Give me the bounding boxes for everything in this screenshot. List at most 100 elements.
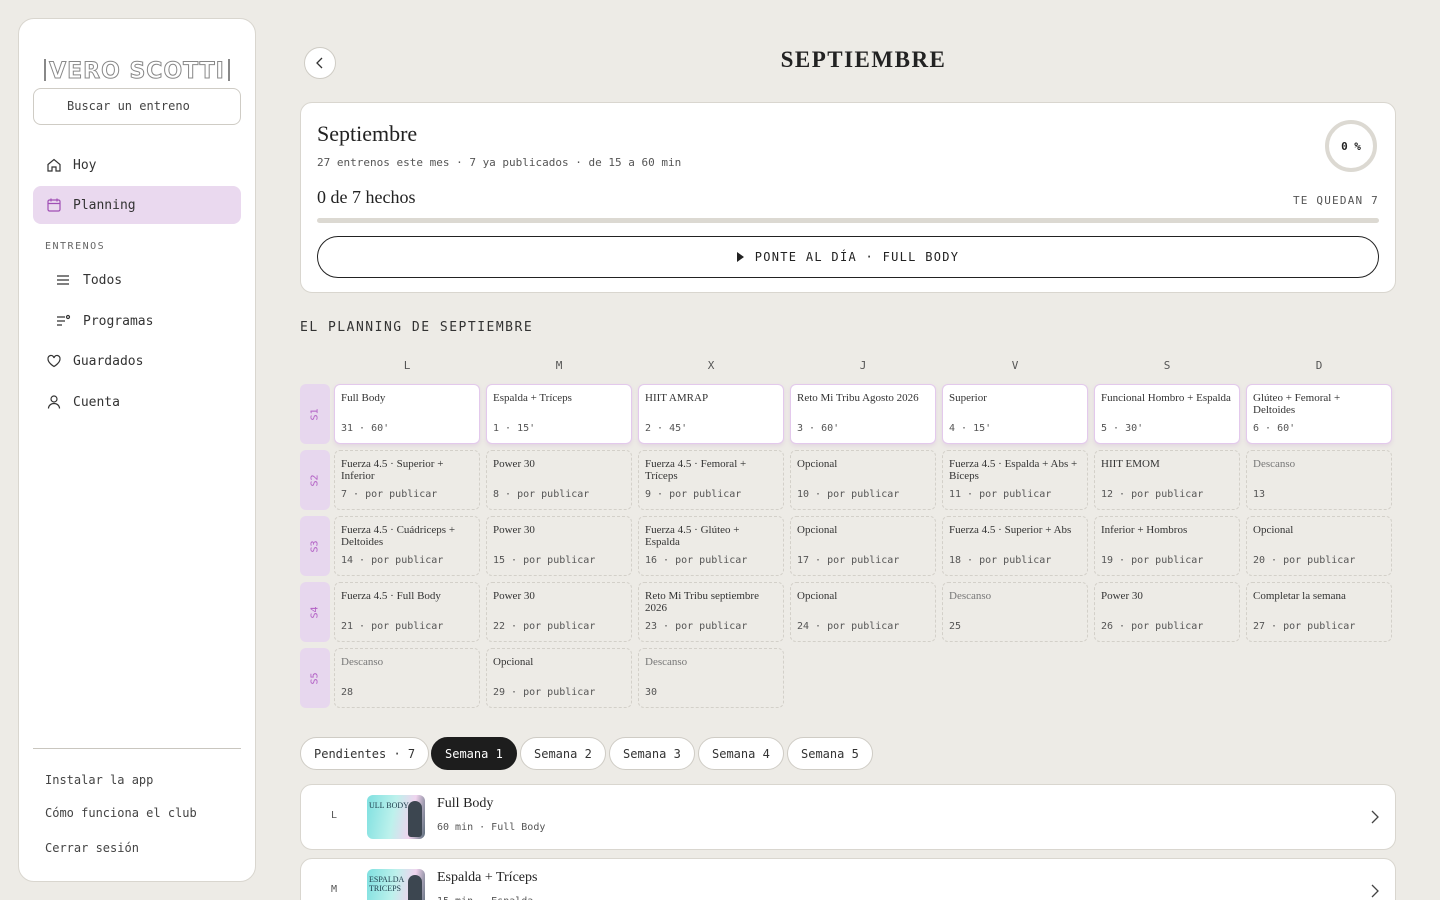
planning-cell: Descanso 25 <box>942 582 1088 642</box>
workout-meta: 14 · por publicar <box>341 555 444 566</box>
workout-meta: 19 · por publicar <box>1101 555 1204 566</box>
filter-chip[interactable]: Semana 2 <box>520 737 606 770</box>
planning-cell[interactable]: Espalda + Tríceps 1 · 15' <box>486 384 632 444</box>
workout-name: Power 30 <box>493 524 535 536</box>
planning-cell: Power 30 8 · por publicar <box>486 450 632 510</box>
planning-title: EL PLANNING DE SEPTIEMBRE <box>300 320 534 335</box>
logout-link[interactable]: Cerrar sesión <box>45 841 139 855</box>
progress-bar <box>317 218 1379 223</box>
workout-meta: 18 · por publicar <box>949 555 1052 566</box>
week-label-s3: S3 <box>300 516 330 576</box>
planning-cell[interactable]: Funcional Hombro + Espalda 5 · 30' <box>1094 384 1240 444</box>
workout-name: Fuerza 4.5 · Cuádriceps + Deltoides <box>341 524 456 548</box>
section-label-entrenos: ENTRENOS <box>45 241 106 252</box>
planning-cell[interactable]: Glúteo + Femoral + Deltoides 6 · 60' <box>1246 384 1392 444</box>
day-header-x: X <box>707 359 715 372</box>
planning-cell: Descanso 13 <box>1246 450 1392 510</box>
workout-meta: 9 · por publicar <box>645 489 742 500</box>
catch-up-button[interactable]: PONTE AL DÍA · FULL BODY <box>317 236 1379 278</box>
workout-day: L <box>331 810 338 821</box>
back-button[interactable] <box>304 47 336 79</box>
nav-item-guardados[interactable]: Guardados <box>33 342 241 380</box>
workout-name: Full Body <box>341 392 386 404</box>
workout-name: Descanso <box>341 656 384 668</box>
progress-ring-label: 0 % <box>1341 139 1361 153</box>
planning-cell: Opcional 10 · por publicar <box>790 450 936 510</box>
workout-thumbnail: ESPALDA TRICEPS <box>367 869 425 900</box>
workout-meta: 7 · por publicar <box>341 489 438 500</box>
search-input[interactable]: Buscar un entreno <box>33 88 241 125</box>
nav-item-planning[interactable]: Planning <box>33 186 241 224</box>
workout-name: Reto Mi Tribu septiembre 2026 <box>645 590 759 614</box>
week-label-text: S2 <box>309 473 321 487</box>
workout-row[interactable]: L ULL BODY Full Body 60 min · Full Body <box>300 784 1396 850</box>
workout-meta: 15 · por publicar <box>493 555 596 566</box>
workout-row[interactable]: M ESPALDA TRICEPS Espalda + Tríceps 15 min … <box>300 858 1396 900</box>
planning-cell: Fuerza 4.5 · Glúteo + Espalda 16 · por pu… <box>638 516 784 576</box>
nav-item-label: Planning <box>73 197 136 213</box>
install-app-link[interactable]: Instalar la app <box>45 773 153 787</box>
workout-name: Opcional <box>797 458 838 470</box>
workout-meta: 11 · por publicar <box>949 489 1052 500</box>
play-icon <box>736 252 744 262</box>
workout-name: HIIT AMRAP <box>645 392 709 404</box>
workout-name: Power 30 <box>1101 590 1143 602</box>
brand-logo[interactable]: VERO SCOTTI <box>19 59 255 85</box>
thumbnail-figure <box>408 875 422 900</box>
workout-title: Espalda + Tríceps <box>437 870 538 885</box>
nav-item-todos[interactable]: Todos <box>33 261 241 299</box>
filter-chip[interactable]: Pendientes · 7 <box>300 737 430 770</box>
nav-item-hoy[interactable]: Hoy <box>33 146 241 184</box>
day-header-d: D <box>1315 359 1323 372</box>
workout-meta: 24 · por publicar <box>797 621 900 632</box>
planning-cell: Power 30 26 · por publicar <box>1094 582 1240 642</box>
planning-cell: Completar la semana 27 · por publicar <box>1246 582 1392 642</box>
planning-cell[interactable]: Full Body 31 · 60' <box>334 384 480 444</box>
week-label-text: S3 <box>309 539 321 553</box>
planning-cell: Opcional 29 · por publicar <box>486 648 632 708</box>
nav-item-programas[interactable]: Programas <box>33 302 241 340</box>
how-it-works-link[interactable]: Cómo funciona el club <box>45 806 197 820</box>
planning-cell[interactable]: Reto Mi Tribu Agosto 2026 3 · 60' <box>790 384 936 444</box>
catch-up-label: PONTE AL DÍA · FULL BODY <box>754 250 960 264</box>
workout-meta: 28 <box>341 687 354 698</box>
workout-name: Inferior + Hombros <box>1101 524 1188 536</box>
workout-meta: 13 <box>1253 489 1266 500</box>
planning-cell[interactable]: HIIT AMRAP 2 · 45' <box>638 384 784 444</box>
workout-name: Fuerza 4.5 · Glúteo + Espalda <box>645 524 740 548</box>
planning-cell: Power 30 22 · por publicar <box>486 582 632 642</box>
nav-item-cuenta[interactable]: Cuenta <box>33 383 241 421</box>
workout-meta: 22 · por publicar <box>493 621 596 632</box>
calendar-icon <box>47 198 61 212</box>
planning-cell[interactable]: Superior 4 · 15' <box>942 384 1088 444</box>
workout-name: HIIT EMOM <box>1101 458 1160 470</box>
day-header-m: M <box>555 359 563 372</box>
week-label-text: S4 <box>309 605 321 619</box>
planning-cell: Fuerza 4.5 · Femoral + Tríceps 9 · por pu… <box>638 450 784 510</box>
day-header-s: S <box>1163 359 1171 372</box>
workout-meta: 4 · 15' <box>949 423 992 434</box>
planning-cell: Fuerza 4.5 · Superior + Inferior 7 · por … <box>334 450 480 510</box>
remaining-count: TE QUEDAN 7 <box>1292 194 1379 207</box>
week-label-s4: S4 <box>300 582 330 642</box>
workout-meta: 3 · 60' <box>797 423 840 434</box>
page-title: SEPTIEMBRE <box>780 47 947 72</box>
workout-meta: 8 · por publicar <box>493 489 590 500</box>
filter-chip[interactable]: Semana 5 <box>787 737 873 770</box>
workout-meta: 5 · 30' <box>1101 423 1144 434</box>
programs-icon <box>57 314 71 326</box>
filter-chip[interactable]: Semana 3 <box>609 737 695 770</box>
home-icon <box>47 158 61 172</box>
planning-cell: Inferior + Hombros 19 · por publicar <box>1094 516 1240 576</box>
planning-cell: Opcional 24 · por publicar <box>790 582 936 642</box>
workout-name: Reto Mi Tribu Agosto 2026 <box>797 392 919 404</box>
workout-meta: 10 · por publicar <box>797 489 900 500</box>
thumbnail-text: ULL BODY <box>369 801 409 810</box>
workout-name: Fuerza 4.5 · Superior + Abs <box>949 524 1072 536</box>
nav-item-label: Cuenta <box>73 394 120 410</box>
workout-details: 15 min · Espalda <box>437 896 533 900</box>
filter-chip[interactable]: Semana 4 <box>698 737 784 770</box>
week-label-s2: S2 <box>300 450 330 510</box>
planning-cell: Opcional 20 · por publicar <box>1246 516 1392 576</box>
filter-chip[interactable]: Semana 1 <box>431 737 517 770</box>
